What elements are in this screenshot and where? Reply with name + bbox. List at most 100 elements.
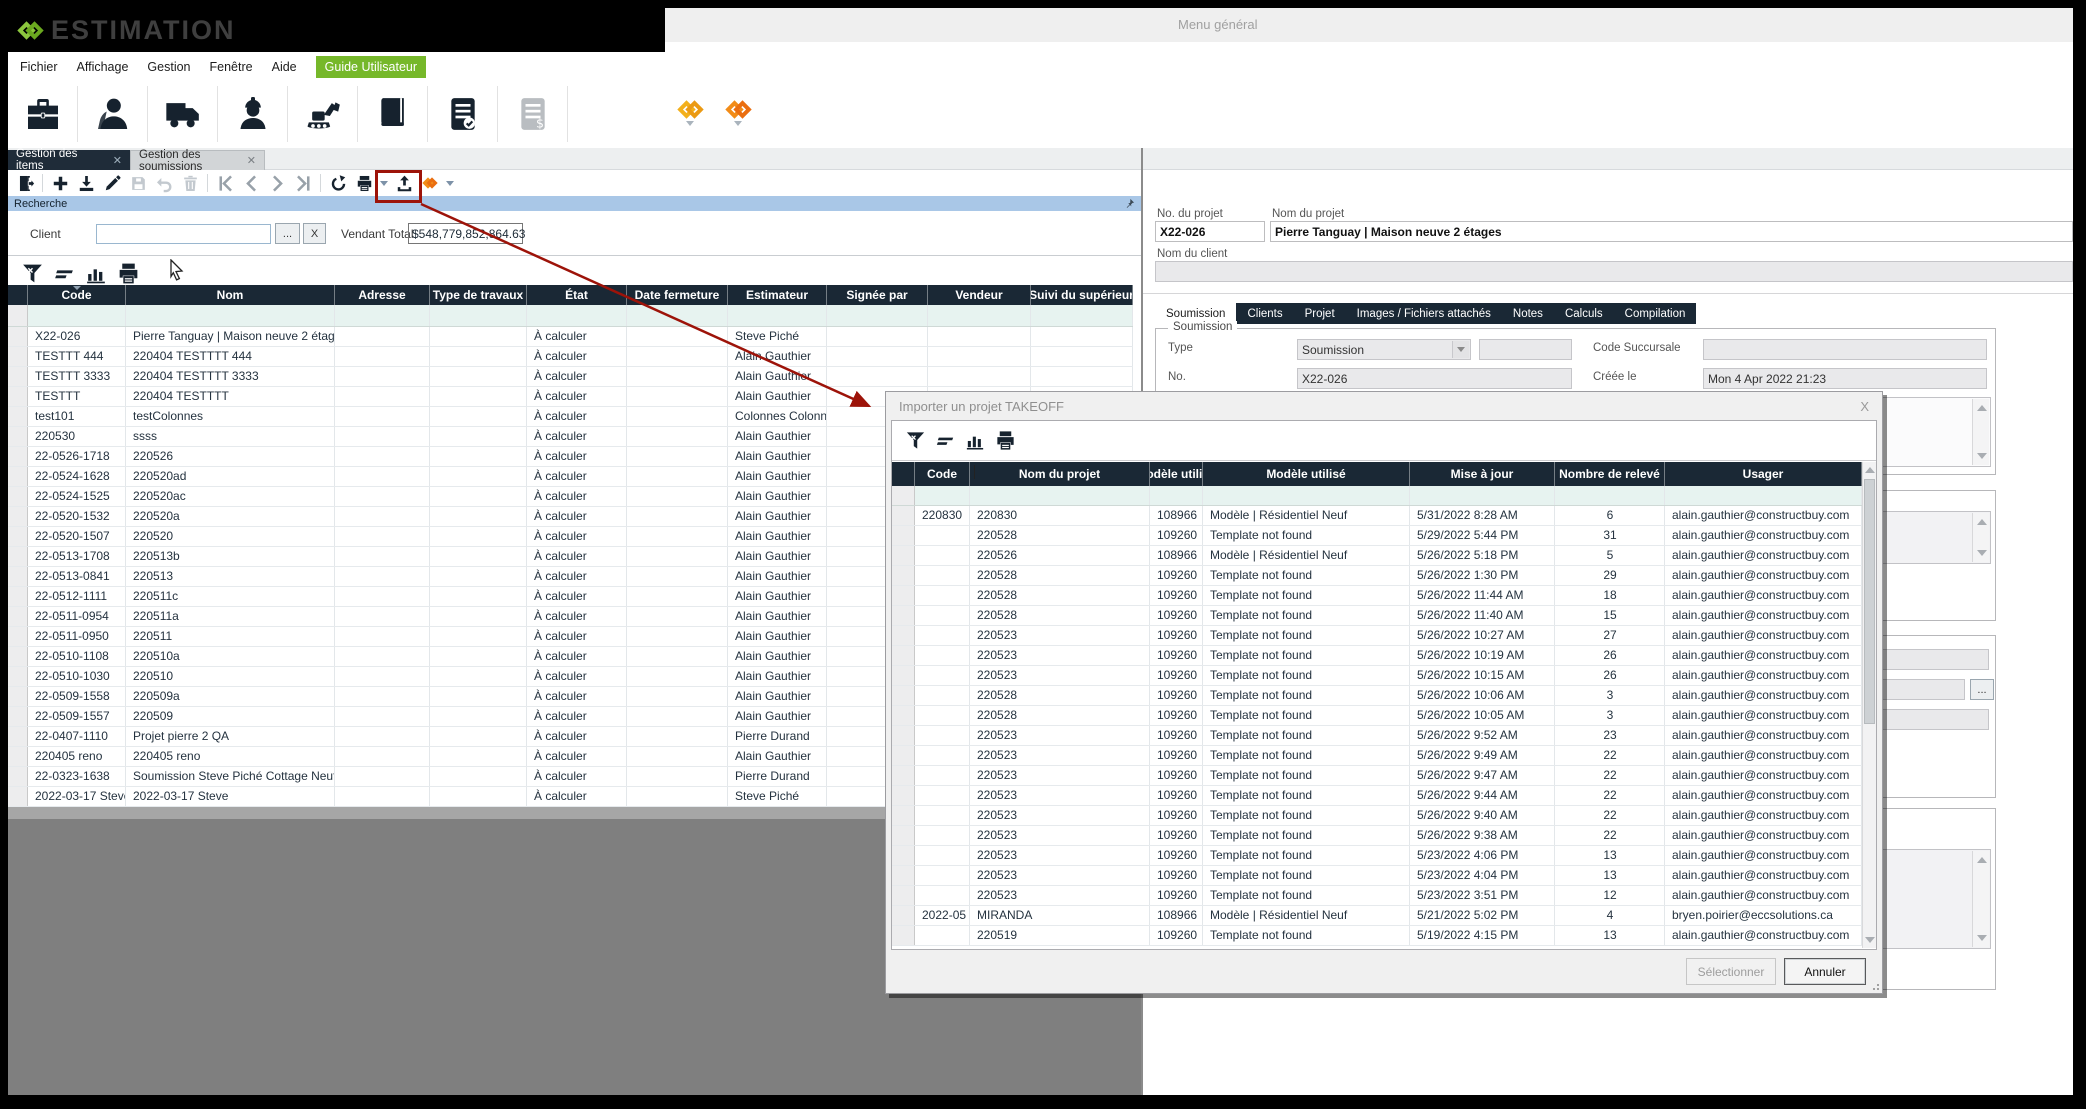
table-row[interactable]: TESTTT 3333220404 TESTTTT 3333À calculer… [8,367,1133,387]
filter-cell[interactable] [892,486,915,505]
group-list-icon[interactable] [48,260,80,288]
table-row[interactable]: 220830220830108966Modèle | Résidentiel N… [892,506,1862,526]
chart-icon[interactable] [80,260,112,288]
type-combobox[interactable]: Soumission [1297,339,1471,360]
succursale-field[interactable] [1703,339,1987,360]
exit-icon[interactable] [12,172,38,194]
row-header-cell[interactable] [892,646,915,665]
menu-item-guide-utilisateur[interactable]: Guide Utilisateur [316,56,426,78]
row-header-cell[interactable] [892,586,915,605]
menu-item-affichage[interactable]: Affichage [77,60,129,74]
filter-cell[interactable] [827,305,928,326]
filter-icon[interactable] [16,260,48,288]
column-header[interactable]: Nom du projet [970,462,1150,486]
column-header[interactable]: Type de travaux [430,285,527,305]
row-header-cell[interactable] [892,626,915,645]
logo-orange-icon[interactable] [714,86,762,142]
row-header-cell[interactable] [8,507,28,526]
no-field[interactable]: X22-026 [1297,368,1572,389]
tab-gestion-des-soumissions[interactable]: Gestion des soumissions ✕ [130,150,265,170]
tab-clients[interactable]: Clients [1236,303,1293,324]
row-header-cell[interactable] [892,526,915,545]
filter-cell[interactable] [126,305,335,326]
table-row[interactable]: 2022-05MIRANDA108966Modèle | Résidentiel… [892,906,1862,926]
truck-icon[interactable] [148,86,218,142]
delete-icon[interactable] [177,172,203,194]
scroll-up-icon[interactable] [1977,519,1987,525]
chevron-down-icon[interactable] [1452,341,1469,358]
first-icon[interactable] [212,172,238,194]
scroll-up-icon[interactable] [1977,857,1987,863]
pin-icon[interactable] [1124,198,1135,209]
scroll-up-icon[interactable] [1977,405,1987,411]
column-header[interactable]: Signée par [827,285,928,305]
edit-icon[interactable] [99,172,125,194]
filter-cell[interactable] [1203,486,1410,505]
table-row[interactable]: 220528109260Template not found5/26/2022 … [892,566,1862,586]
worker-icon[interactable] [218,86,288,142]
row-header-cell[interactable] [892,546,915,565]
textarea-scrollbar[interactable] [1972,513,1989,562]
row-header-cell[interactable] [8,327,28,346]
close-icon[interactable]: ✕ [247,154,256,167]
filter-icon[interactable] [900,427,930,455]
select-button[interactable]: Sélectionner [1686,958,1776,985]
previous-icon[interactable] [238,172,264,194]
column-header[interactable]: Date fermeture [627,285,728,305]
row-header-cell[interactable] [892,886,915,905]
table-row[interactable]: 220526108966Modèle | Résidentiel Neuf5/2… [892,546,1862,566]
excavator-icon[interactable] [288,86,358,142]
table-row[interactable]: 220523109260Template not found5/26/2022 … [892,786,1862,806]
close-icon[interactable]: ✕ [113,154,122,167]
filter-cell[interactable] [430,305,527,326]
row-header-cell[interactable] [8,347,28,366]
column-header[interactable] [892,462,915,486]
browse-button[interactable]: ... [275,223,300,244]
filter-cell[interactable] [28,305,126,326]
catalog-icon[interactable] [358,86,428,142]
table-filter-row[interactable] [8,305,1133,327]
row-header-cell[interactable] [8,587,28,606]
row-header-cell[interactable] [892,686,915,705]
table-row[interactable]: 220523109260Template not found5/26/2022 … [892,746,1862,766]
table-row[interactable]: 220528109260Template not found5/26/2022 … [892,586,1862,606]
row-header-cell[interactable] [8,427,28,446]
column-header[interactable]: État [527,285,627,305]
filter-cell[interactable] [335,305,430,326]
table-row[interactable]: 220523109260Template not found5/26/2022 … [892,646,1862,666]
row-header-cell[interactable] [892,906,915,925]
table-row[interactable]: 220523109260Template not found5/26/2022 … [892,806,1862,826]
table-row[interactable]: 220523109260Template not found5/23/2022 … [892,866,1862,886]
print-grid-icon[interactable] [990,427,1020,455]
column-header[interactable]: Modèle utilisé [1203,462,1410,486]
table-row[interactable]: 220523109260Template not found5/26/2022 … [892,826,1862,846]
row-header-cell[interactable] [8,687,28,706]
filter-cell[interactable] [1150,486,1203,505]
row-header-cell[interactable] [8,367,28,386]
filter-cell[interactable] [915,486,970,505]
list-check-icon[interactable] [428,86,498,142]
table-row[interactable]: 220519109260Template not found5/19/2022 … [892,926,1862,946]
toolbox-icon[interactable] [8,86,78,142]
table-row[interactable]: 220523109260Template not found5/26/2022 … [892,726,1862,746]
column-header[interactable] [8,285,28,305]
row-header-cell[interactable] [892,606,915,625]
takeoff-dropdown-icon[interactable] [446,181,454,186]
row-header-cell[interactable] [8,447,28,466]
dialog-close-icon[interactable]: X [1860,399,1869,414]
add-icon[interactable] [47,172,73,194]
column-header[interactable]: Modèle utilisé [1150,462,1203,486]
table-filter-row[interactable] [892,486,1862,506]
row-header-cell[interactable] [8,767,28,786]
filter-cell[interactable] [1410,486,1555,505]
filter-cell[interactable] [627,305,728,326]
menu-item-aide[interactable]: Aide [272,60,297,74]
undo-icon[interactable] [151,172,177,194]
row-header-cell[interactable] [8,387,28,406]
table-row[interactable]: 220523109260Template not found5/23/2022 … [892,846,1862,866]
row-header-cell[interactable] [892,566,915,585]
filter-cell[interactable] [1555,486,1665,505]
browse-small-button[interactable]: ... [1970,679,1994,700]
table-row[interactable]: 220528109260Template not found5/26/2022 … [892,706,1862,726]
import-icon[interactable] [73,172,99,194]
